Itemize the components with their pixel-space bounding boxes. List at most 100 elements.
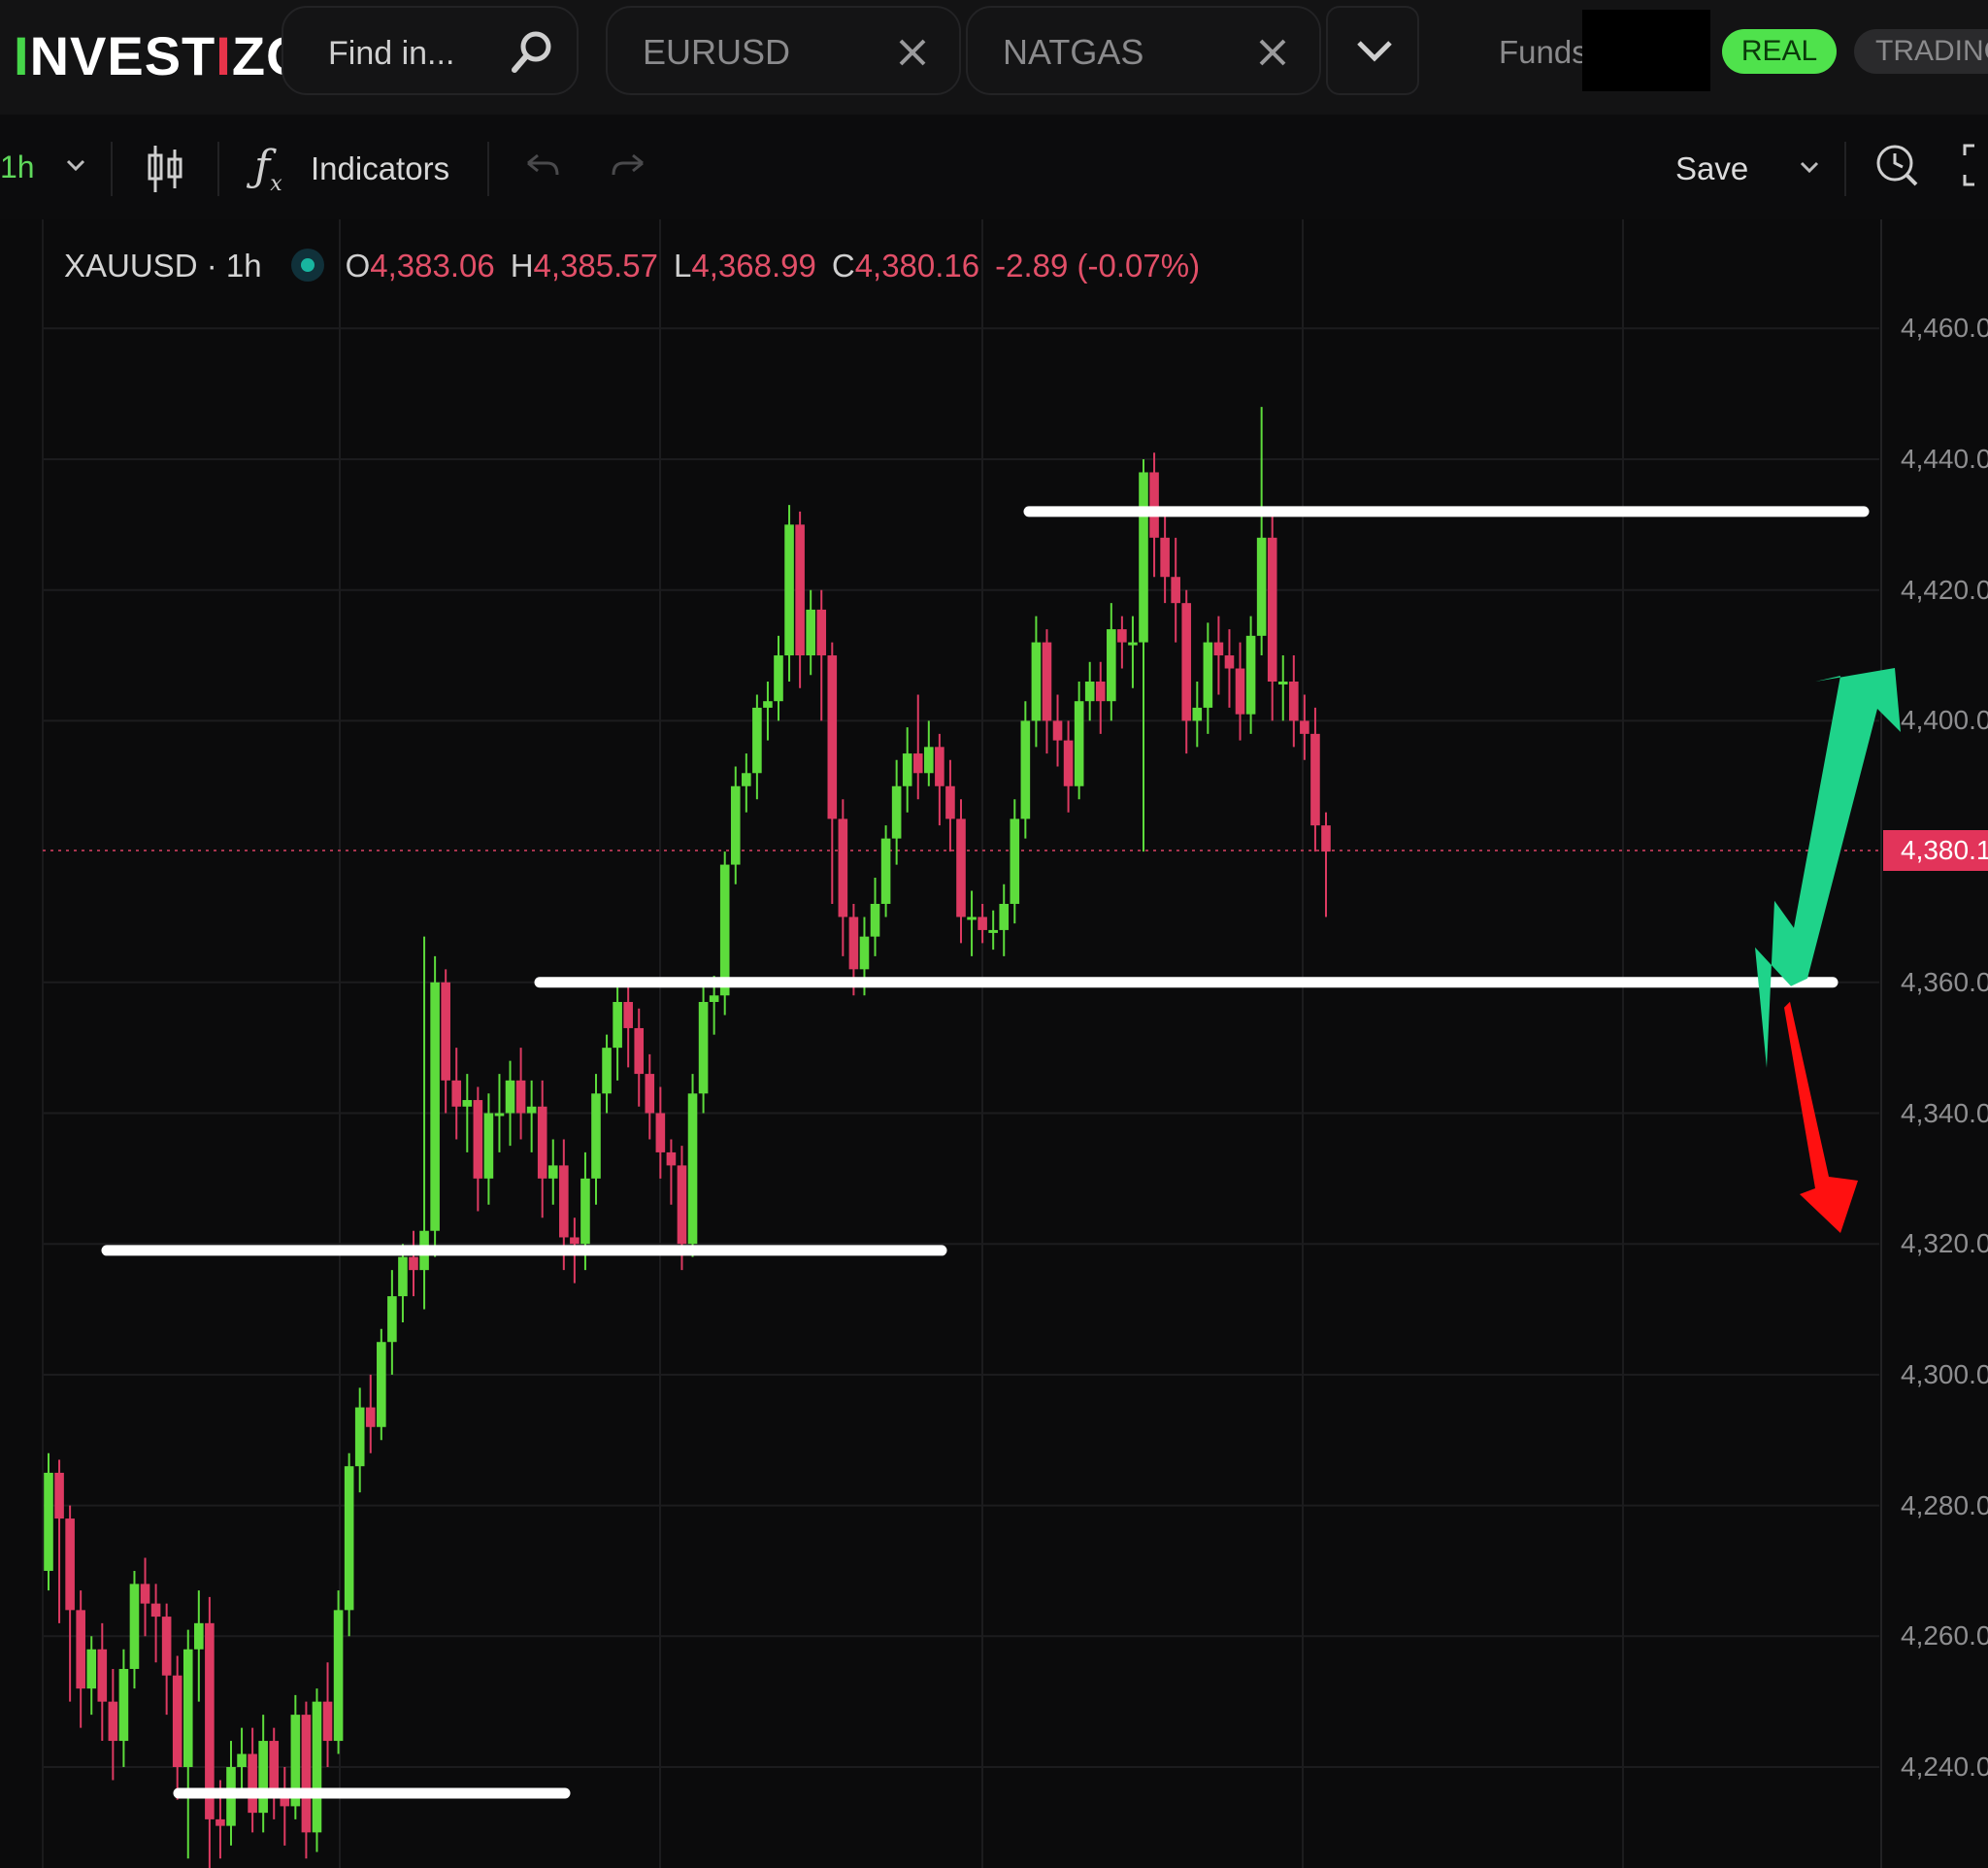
candle-body [398,1256,408,1297]
candle-body [1171,577,1180,604]
candle-body [237,1753,247,1767]
candle-body [1020,720,1031,819]
symbol-label[interactable]: XAUUSD · 1h [64,248,262,284]
candle-body [118,1668,129,1742]
app-logo[interactable]: INVESTIZO [14,17,310,95]
close-icon[interactable] [1255,35,1290,70]
top-bar: INVESTIZO EURUSD NATGAS Funds: REAL TRAD… [0,0,1988,115]
candle-body [248,1753,257,1814]
price-axis-label: 4,440.0 [1901,444,1988,474]
toolbar-divider [217,142,219,196]
close-icon[interactable] [895,35,930,70]
chevron-down-icon[interactable] [1800,161,1819,175]
candle-body [752,707,762,774]
candle-body [1107,629,1116,702]
candle-body [505,1080,515,1114]
candle-body [526,1106,537,1114]
candle-body [547,1165,558,1179]
tab-natgas[interactable]: NATGAS [966,6,1321,95]
candle-body [494,1113,505,1117]
candle-body [269,1741,280,1793]
price-axis-label: 4,320.0 [1901,1228,1988,1259]
indicators-button[interactable]: Indicators [311,148,449,190]
trading-account-toggle[interactable]: TRADING [1854,29,1988,74]
price-axis-label: 4,360.0 [1901,966,1988,997]
candle-body [473,1100,483,1179]
candle-body [108,1701,118,1742]
price-axis-label: 4,300.0 [1901,1358,1988,1389]
candle-body [86,1649,97,1689]
price-chart[interactable]: XAUUSD · 1h O4,383.06 H4,385.57 L4,368.99 C4… [0,219,1988,1868]
candles-icon[interactable] [146,144,184,194]
change-value: -2.89 (-0.07%) [995,248,1201,284]
tab-eurusd[interactable]: EURUSD [606,6,961,95]
price-axis-label: 4,420.0 [1901,574,1988,605]
tabs-more-button[interactable] [1326,6,1419,95]
candle-body [806,609,815,656]
candle-body [44,1472,53,1571]
candle-body [515,1080,526,1114]
candle-body [988,929,998,933]
candle-body [483,1113,494,1179]
candle-body [967,917,977,920]
close-key: C [831,248,855,284]
candle-body [795,524,805,656]
price-axis-label: 4,340.0 [1901,1097,1988,1128]
candle-body [924,747,934,774]
candle-body [462,1100,473,1107]
candle-body [1031,642,1042,721]
candle-body [1235,668,1245,715]
candle-body [258,1741,268,1814]
tab-label: NATGAS [1003,32,1144,72]
candle-body [1300,720,1309,734]
price-axis-label: 4,280.0 [1901,1489,1988,1520]
redo-icon[interactable] [610,151,648,181]
search-input[interactable] [326,31,505,76]
price-axis-label: 4,240.0 [1901,1751,1988,1782]
candle-body [194,1622,204,1650]
candle-body [677,1165,687,1245]
candle-body [666,1151,677,1166]
interval-selector[interactable]: 1h [0,146,35,188]
candle-body [1095,681,1106,702]
candle-body [333,1610,344,1742]
chevron-down-icon[interactable] [66,159,85,173]
alert-clock-icon[interactable] [1873,136,1920,190]
market-status-icon [290,249,324,283]
candle-body [172,1675,182,1767]
candle-body [387,1296,397,1343]
candle-body [1181,603,1192,721]
candle-body [1042,642,1052,721]
fullscreen-icon[interactable] [1963,144,1988,186]
candle-body [719,864,730,996]
candle-body [859,936,870,970]
candle-body [827,655,838,819]
search-box[interactable] [282,6,579,95]
candle-body [430,982,440,1231]
low-key: L [674,248,692,284]
candlestick-chart[interactable] [0,219,1988,1868]
candle-body [301,1715,312,1833]
chart-toolbar: 1h ƒx Indicators Save [0,115,1988,220]
fx-icon[interactable]: ƒx [254,140,282,212]
candle-body [182,1649,193,1767]
search-icon[interactable] [509,29,555,76]
real-account-toggle[interactable]: REAL [1722,29,1837,74]
candle-body [441,982,450,1081]
candle-body [763,701,773,708]
last-price-tag: 4,380.1 [1883,830,1988,872]
candle-body [344,1466,354,1611]
chart-grid [42,219,1882,1868]
candle-body [1321,825,1331,852]
candle-body [1267,537,1277,682]
candle-body [580,1178,590,1245]
candle-body [698,1002,709,1094]
save-button[interactable]: Save [1675,148,1748,190]
undo-icon[interactable] [522,151,561,181]
candle-body [742,773,751,786]
candle-body [322,1701,333,1742]
candle-body [730,785,741,865]
drawn-levels [101,506,1870,1799]
candle-body [365,1407,376,1427]
candle-body [902,753,912,786]
